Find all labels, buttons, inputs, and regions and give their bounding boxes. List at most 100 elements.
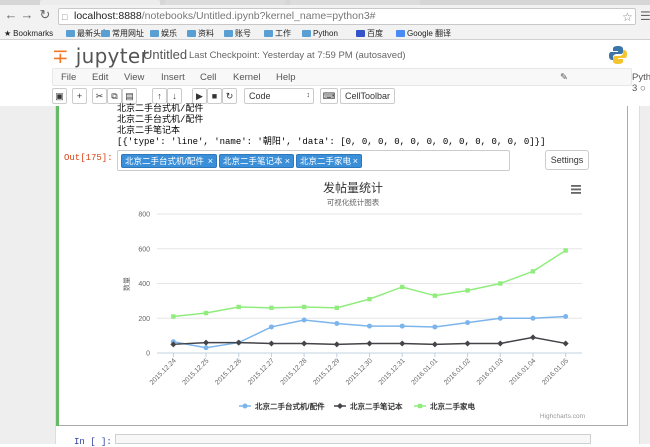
legend-label[interactable]: 北京二手台式机/配件 [255, 401, 325, 411]
folder-icon [224, 30, 233, 37]
insert-cell-icon[interactable]: + [72, 88, 87, 104]
bookmark-item[interactable]: 常用网址 [101, 28, 144, 39]
data-point[interactable] [562, 340, 569, 347]
data-point[interactable] [203, 310, 209, 316]
url-field[interactable]: □ localhost:8888/notebooks/Untitled.ipynb… [58, 8, 636, 25]
bookmarks-star-label[interactable]: ★ Bookmarks [4, 28, 53, 39]
legend-label[interactable]: 北京二手笔记本 [350, 401, 403, 411]
x-tick-label: 2015.12.24 [149, 357, 178, 386]
tag-chip[interactable]: 北京二手台式机/配件 × [121, 154, 217, 168]
x-tick-label: 2016.01.02 [443, 357, 472, 386]
data-point[interactable] [464, 340, 471, 347]
menu-view[interactable]: View [124, 72, 144, 83]
data-point[interactable] [432, 324, 438, 330]
y-tick-label: 600 [138, 246, 150, 253]
data-point[interactable] [399, 323, 405, 329]
data-point[interactable] [268, 340, 275, 347]
forward-icon[interactable]: → [20, 8, 34, 22]
celltoolbar-button[interactable]: CellToolbar [340, 88, 395, 104]
output-prompt: Out[175]: [64, 153, 113, 163]
menu-help[interactable]: Help [276, 72, 296, 83]
data-point[interactable] [399, 284, 405, 290]
data-point[interactable] [203, 339, 210, 346]
data-point[interactable] [236, 304, 241, 310]
browser-menu-icon[interactable]: ☰ [640, 9, 650, 23]
bookmark-item[interactable]: 工作 [264, 28, 291, 39]
data-point[interactable] [497, 315, 503, 321]
remove-tag-icon[interactable]: × [285, 155, 290, 167]
keyboard-icon[interactable]: ⌨ [320, 88, 338, 104]
bookmark-item[interactable]: 资料 [187, 28, 214, 39]
data-point[interactable] [399, 340, 406, 347]
data-point[interactable] [498, 281, 503, 286]
cut-icon[interactable]: ✂ [92, 88, 107, 104]
python-logo-icon [609, 46, 627, 64]
menu-edit[interactable]: Edit [92, 72, 108, 83]
data-point[interactable] [563, 314, 569, 320]
data-point[interactable] [366, 340, 373, 347]
folder-icon [101, 30, 110, 37]
data-point[interactable] [203, 345, 209, 351]
edit-pencil-icon[interactable]: ✎ [560, 72, 568, 83]
bookmark-item[interactable]: 娱乐 [150, 28, 177, 39]
cell-type-select[interactable]: Code ↕ [244, 88, 314, 104]
bookmark-item[interactable]: Python [302, 28, 338, 39]
x-tick-label: 2015.12.31 [378, 357, 407, 386]
data-point[interactable] [367, 296, 372, 302]
tag-chip[interactable]: 北京二手笔记本 × [219, 154, 294, 168]
data-point[interactable] [301, 317, 307, 323]
y-tick-label: 200 [138, 316, 150, 323]
remove-tag-icon[interactable]: × [208, 155, 213, 167]
back-icon[interactable]: ← [4, 8, 18, 22]
data-point[interactable] [432, 293, 438, 298]
menu-kernel[interactable]: Kernel [233, 72, 260, 83]
menu-cell[interactable]: Cell [200, 72, 216, 83]
data-point[interactable] [334, 320, 340, 326]
data-point[interactable] [235, 339, 242, 346]
x-tick-label: 2015.12.30 [345, 357, 374, 386]
bookmark-item[interactable]: Google 翻译 [396, 28, 451, 39]
data-point[interactable] [268, 324, 274, 330]
legend-label[interactable]: 北京二手家电 [430, 401, 475, 411]
data-point[interactable] [333, 341, 340, 348]
jupyter-logo[interactable]: ∓ jupyter [52, 44, 149, 68]
data-point[interactable] [367, 323, 372, 329]
tag-chip[interactable]: 北京二手家电 × [296, 154, 362, 168]
data-point[interactable] [301, 304, 307, 310]
empty-code-cell[interactable] [115, 434, 591, 444]
remove-tag-icon[interactable]: × [353, 155, 358, 167]
menu-insert[interactable]: Insert [161, 72, 185, 83]
folder-icon [187, 30, 196, 37]
data-point[interactable] [497, 340, 504, 347]
folder-icon [66, 30, 75, 37]
data-point[interactable] [563, 248, 568, 253]
data-point[interactable] [334, 305, 340, 311]
data-point[interactable] [431, 341, 438, 348]
data-point[interactable] [465, 320, 471, 326]
stop-icon[interactable]: ■ [207, 88, 222, 104]
input-prompt: In [ ]: [74, 437, 112, 447]
data-point[interactable] [465, 288, 470, 293]
settings-button[interactable]: Settings [545, 150, 589, 170]
data-point[interactable] [530, 315, 536, 321]
restart-icon[interactable]: ↻ [222, 88, 237, 104]
save-icon[interactable]: ▣ [52, 88, 67, 104]
menu-file[interactable]: File [61, 72, 76, 83]
data-point[interactable] [301, 340, 308, 347]
google-icon [396, 30, 405, 37]
folder-icon [302, 30, 311, 37]
x-tick-label: 2015.12.29 [312, 357, 341, 386]
legend-marker [417, 403, 423, 409]
data-point[interactable] [530, 269, 536, 274]
bookmark-star-icon[interactable]: ☆ [622, 10, 633, 24]
bookmark-item[interactable]: 百度 [356, 28, 383, 39]
chart-menu-icon[interactable] [571, 185, 581, 194]
tag-select-input[interactable]: 北京二手台式机/配件 × 北京二手笔记本 × 北京二手家电 × [117, 150, 510, 171]
data-point[interactable] [269, 305, 274, 311]
reload-icon[interactable]: ↻ [38, 8, 52, 22]
bookmark-item[interactable]: 账号 [224, 28, 251, 39]
chart-credits[interactable]: Highcharts.com [540, 413, 585, 420]
data-point[interactable] [171, 314, 176, 319]
data-point[interactable] [529, 334, 536, 341]
notebook-title[interactable]: Untitled [143, 47, 187, 62]
